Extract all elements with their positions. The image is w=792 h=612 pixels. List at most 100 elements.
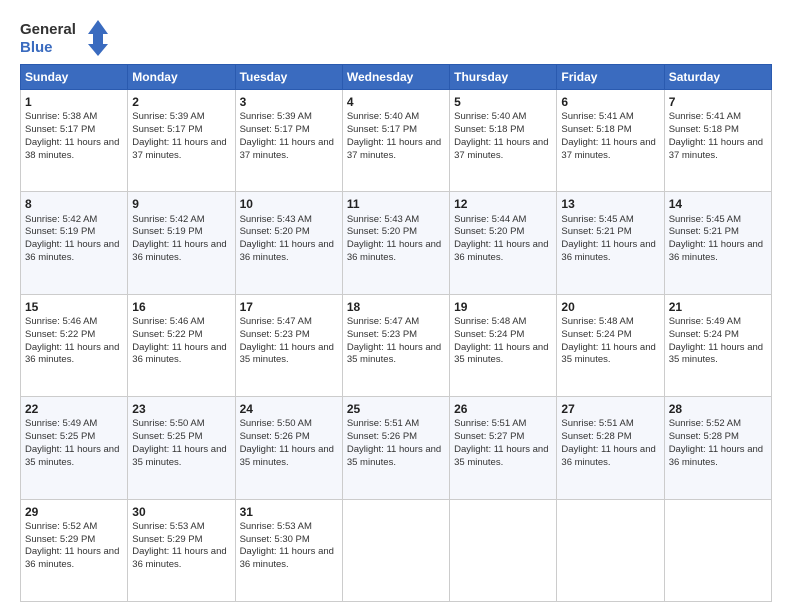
sunrise-text: Sunrise: 5:52 AM	[669, 418, 741, 429]
day-number: 8	[25, 196, 123, 212]
sunrise-text: Sunrise: 5:50 AM	[240, 418, 312, 429]
col-header-sunday: Sunday	[21, 65, 128, 90]
sunset-text: Sunset: 5:27 PM	[454, 431, 524, 442]
calendar-cell: 14 Sunrise: 5:45 AMSunset: 5:21 PM Dayligh…	[664, 192, 771, 294]
sunset-text: Sunset: 5:26 PM	[347, 431, 417, 442]
calendar-cell: 6Sunrise: 5:41 AMSunset: 5:18 PMDaylight…	[557, 90, 664, 192]
sunset-text: Sunset: 5:17 PM	[347, 124, 417, 135]
calendar-cell: 28Sunrise: 5:52 AMSunset: 5:28 PMDayligh…	[664, 397, 771, 499]
sunrise-text: Sunrise: 5:39 AM	[132, 111, 204, 122]
sunrise-text: Sunrise: 5:52 AM	[25, 521, 97, 532]
daylight-text: Daylight: 11 hours and 35 minutes.	[454, 444, 548, 468]
day-number: 4	[347, 94, 445, 110]
sunrise-text: Sunrise: 5:51 AM	[347, 418, 419, 429]
daylight-text: Daylight: 11 hours and 36 minutes.	[669, 444, 763, 468]
sunrise-text: Sunrise: 5:45 AM	[669, 214, 741, 225]
day-number: 19	[454, 299, 552, 315]
day-number: 7	[669, 94, 767, 110]
daylight-text: Daylight: 11 hours and 35 minutes.	[240, 342, 334, 366]
day-number: 5	[454, 94, 552, 110]
daylight-text: Daylight: 11 hours and 37 minutes.	[561, 137, 655, 161]
day-number: 14	[669, 196, 767, 212]
day-number: 31	[240, 504, 338, 520]
calendar-cell: 30Sunrise: 5:53 AMSunset: 5:29 PMDayligh…	[128, 499, 235, 601]
day-number: 13	[561, 196, 659, 212]
sunset-text: Sunset: 5:25 PM	[25, 431, 95, 442]
calendar-table: SundayMondayTuesdayWednesdayThursdayFrid…	[20, 64, 772, 602]
calendar-cell: 19Sunrise: 5:48 AMSunset: 5:24 PMDayligh…	[450, 294, 557, 396]
day-number: 30	[132, 504, 230, 520]
sunset-text: Sunset: 5:20 PM	[347, 226, 417, 237]
sunrise-text: Sunrise: 5:40 AM	[454, 111, 526, 122]
sunset-text: Sunset: 5:18 PM	[669, 124, 739, 135]
calendar-cell: 27Sunrise: 5:51 AMSunset: 5:28 PMDayligh…	[557, 397, 664, 499]
day-number: 1	[25, 94, 123, 110]
sunset-text: Sunset: 5:22 PM	[25, 329, 95, 340]
col-header-thursday: Thursday	[450, 65, 557, 90]
daylight-text: Daylight: 11 hours and 37 minutes.	[454, 137, 548, 161]
sunrise-text: Sunrise: 5:49 AM	[669, 316, 741, 327]
calendar-cell: 24Sunrise: 5:50 AMSunset: 5:26 PMDayligh…	[235, 397, 342, 499]
sunset-text: Sunset: 5:18 PM	[561, 124, 631, 135]
sunrise-text: Sunrise: 5:48 AM	[561, 316, 633, 327]
sunset-text: Sunset: 5:28 PM	[669, 431, 739, 442]
day-number: 22	[25, 401, 123, 417]
sunrise-text: Sunrise: 5:43 AM	[240, 214, 312, 225]
daylight-text: Daylight: 11 hours and 37 minutes.	[669, 137, 763, 161]
calendar-cell: 20Sunrise: 5:48 AMSunset: 5:24 PMDayligh…	[557, 294, 664, 396]
sunset-text: Sunset: 5:23 PM	[347, 329, 417, 340]
daylight-text: Daylight: 11 hours and 36 minutes.	[25, 239, 119, 263]
calendar-cell: 21Sunrise: 5:49 AMSunset: 5:24 PMDayligh…	[664, 294, 771, 396]
sunset-text: Sunset: 5:28 PM	[561, 431, 631, 442]
daylight-text: Daylight: 11 hours and 38 minutes.	[25, 137, 119, 161]
sunrise-text: Sunrise: 5:42 AM	[132, 214, 204, 225]
day-number: 12	[454, 196, 552, 212]
day-number: 21	[669, 299, 767, 315]
calendar-cell: 5Sunrise: 5:40 AMSunset: 5:18 PMDaylight…	[450, 90, 557, 192]
calendar-cell: 25Sunrise: 5:51 AMSunset: 5:26 PMDayligh…	[342, 397, 449, 499]
daylight-text: Daylight: 11 hours and 37 minutes.	[347, 137, 441, 161]
daylight-text: Daylight: 11 hours and 37 minutes.	[132, 137, 226, 161]
col-header-monday: Monday	[128, 65, 235, 90]
daylight-text: Daylight: 11 hours and 35 minutes.	[561, 342, 655, 366]
day-number: 23	[132, 401, 230, 417]
daylight-text: Daylight: 11 hours and 35 minutes.	[240, 444, 334, 468]
week-row-3: 15Sunrise: 5:46 AMSunset: 5:22 PMDayligh…	[21, 294, 772, 396]
sunset-text: Sunset: 5:21 PM	[669, 226, 739, 237]
sunrise-text: Sunrise: 5:38 AM	[25, 111, 97, 122]
week-row-5: 29Sunrise: 5:52 AMSunset: 5:29 PMDayligh…	[21, 499, 772, 601]
daylight-text: Daylight: 11 hours and 36 minutes.	[669, 239, 763, 263]
sunset-text: Sunset: 5:19 PM	[132, 226, 202, 237]
day-number: 26	[454, 401, 552, 417]
calendar-cell	[342, 499, 449, 601]
sunset-text: Sunset: 5:29 PM	[25, 534, 95, 545]
sunrise-text: Sunrise: 5:47 AM	[240, 316, 312, 327]
calendar-cell: 4Sunrise: 5:40 AMSunset: 5:17 PMDaylight…	[342, 90, 449, 192]
sunrise-text: Sunrise: 5:49 AM	[25, 418, 97, 429]
daylight-text: Daylight: 11 hours and 35 minutes.	[347, 342, 441, 366]
daylight-text: Daylight: 11 hours and 36 minutes.	[454, 239, 548, 263]
calendar-cell	[664, 499, 771, 601]
calendar-cell: 29Sunrise: 5:52 AMSunset: 5:29 PMDayligh…	[21, 499, 128, 601]
col-header-wednesday: Wednesday	[342, 65, 449, 90]
calendar-cell: 15Sunrise: 5:46 AMSunset: 5:22 PMDayligh…	[21, 294, 128, 396]
daylight-text: Daylight: 11 hours and 35 minutes.	[132, 444, 226, 468]
col-header-saturday: Saturday	[664, 65, 771, 90]
calendar-body: 1Sunrise: 5:38 AM Sunset: 5:17 PM Daylight…	[21, 90, 772, 602]
calendar-cell: 7Sunrise: 5:41 AMSunset: 5:18 PMDaylight…	[664, 90, 771, 192]
daylight-text: Daylight: 11 hours and 36 minutes.	[561, 239, 655, 263]
calendar-cell	[450, 499, 557, 601]
sunset-text: Sunset: 5:24 PM	[669, 329, 739, 340]
sunrise-text: Sunrise: 5:41 AM	[561, 111, 633, 122]
daylight-text: Daylight: 11 hours and 36 minutes.	[132, 342, 226, 366]
calendar-cell: 23Sunrise: 5:50 AMSunset: 5:25 PMDayligh…	[128, 397, 235, 499]
day-number: 29	[25, 504, 123, 520]
sunrise-text: Sunrise: 5:48 AM	[454, 316, 526, 327]
daylight-text: Daylight: 11 hours and 36 minutes.	[25, 342, 119, 366]
daylight-text: Daylight: 11 hours and 36 minutes.	[240, 239, 334, 263]
calendar-cell: 26Sunrise: 5:51 AMSunset: 5:27 PMDayligh…	[450, 397, 557, 499]
day-number: 20	[561, 299, 659, 315]
calendar-cell: 16Sunrise: 5:46 AMSunset: 5:22 PMDayligh…	[128, 294, 235, 396]
svg-text:Blue: Blue	[20, 39, 53, 56]
week-row-4: 22Sunrise: 5:49 AM Sunset: 5:25 PM Dayligh…	[21, 397, 772, 499]
